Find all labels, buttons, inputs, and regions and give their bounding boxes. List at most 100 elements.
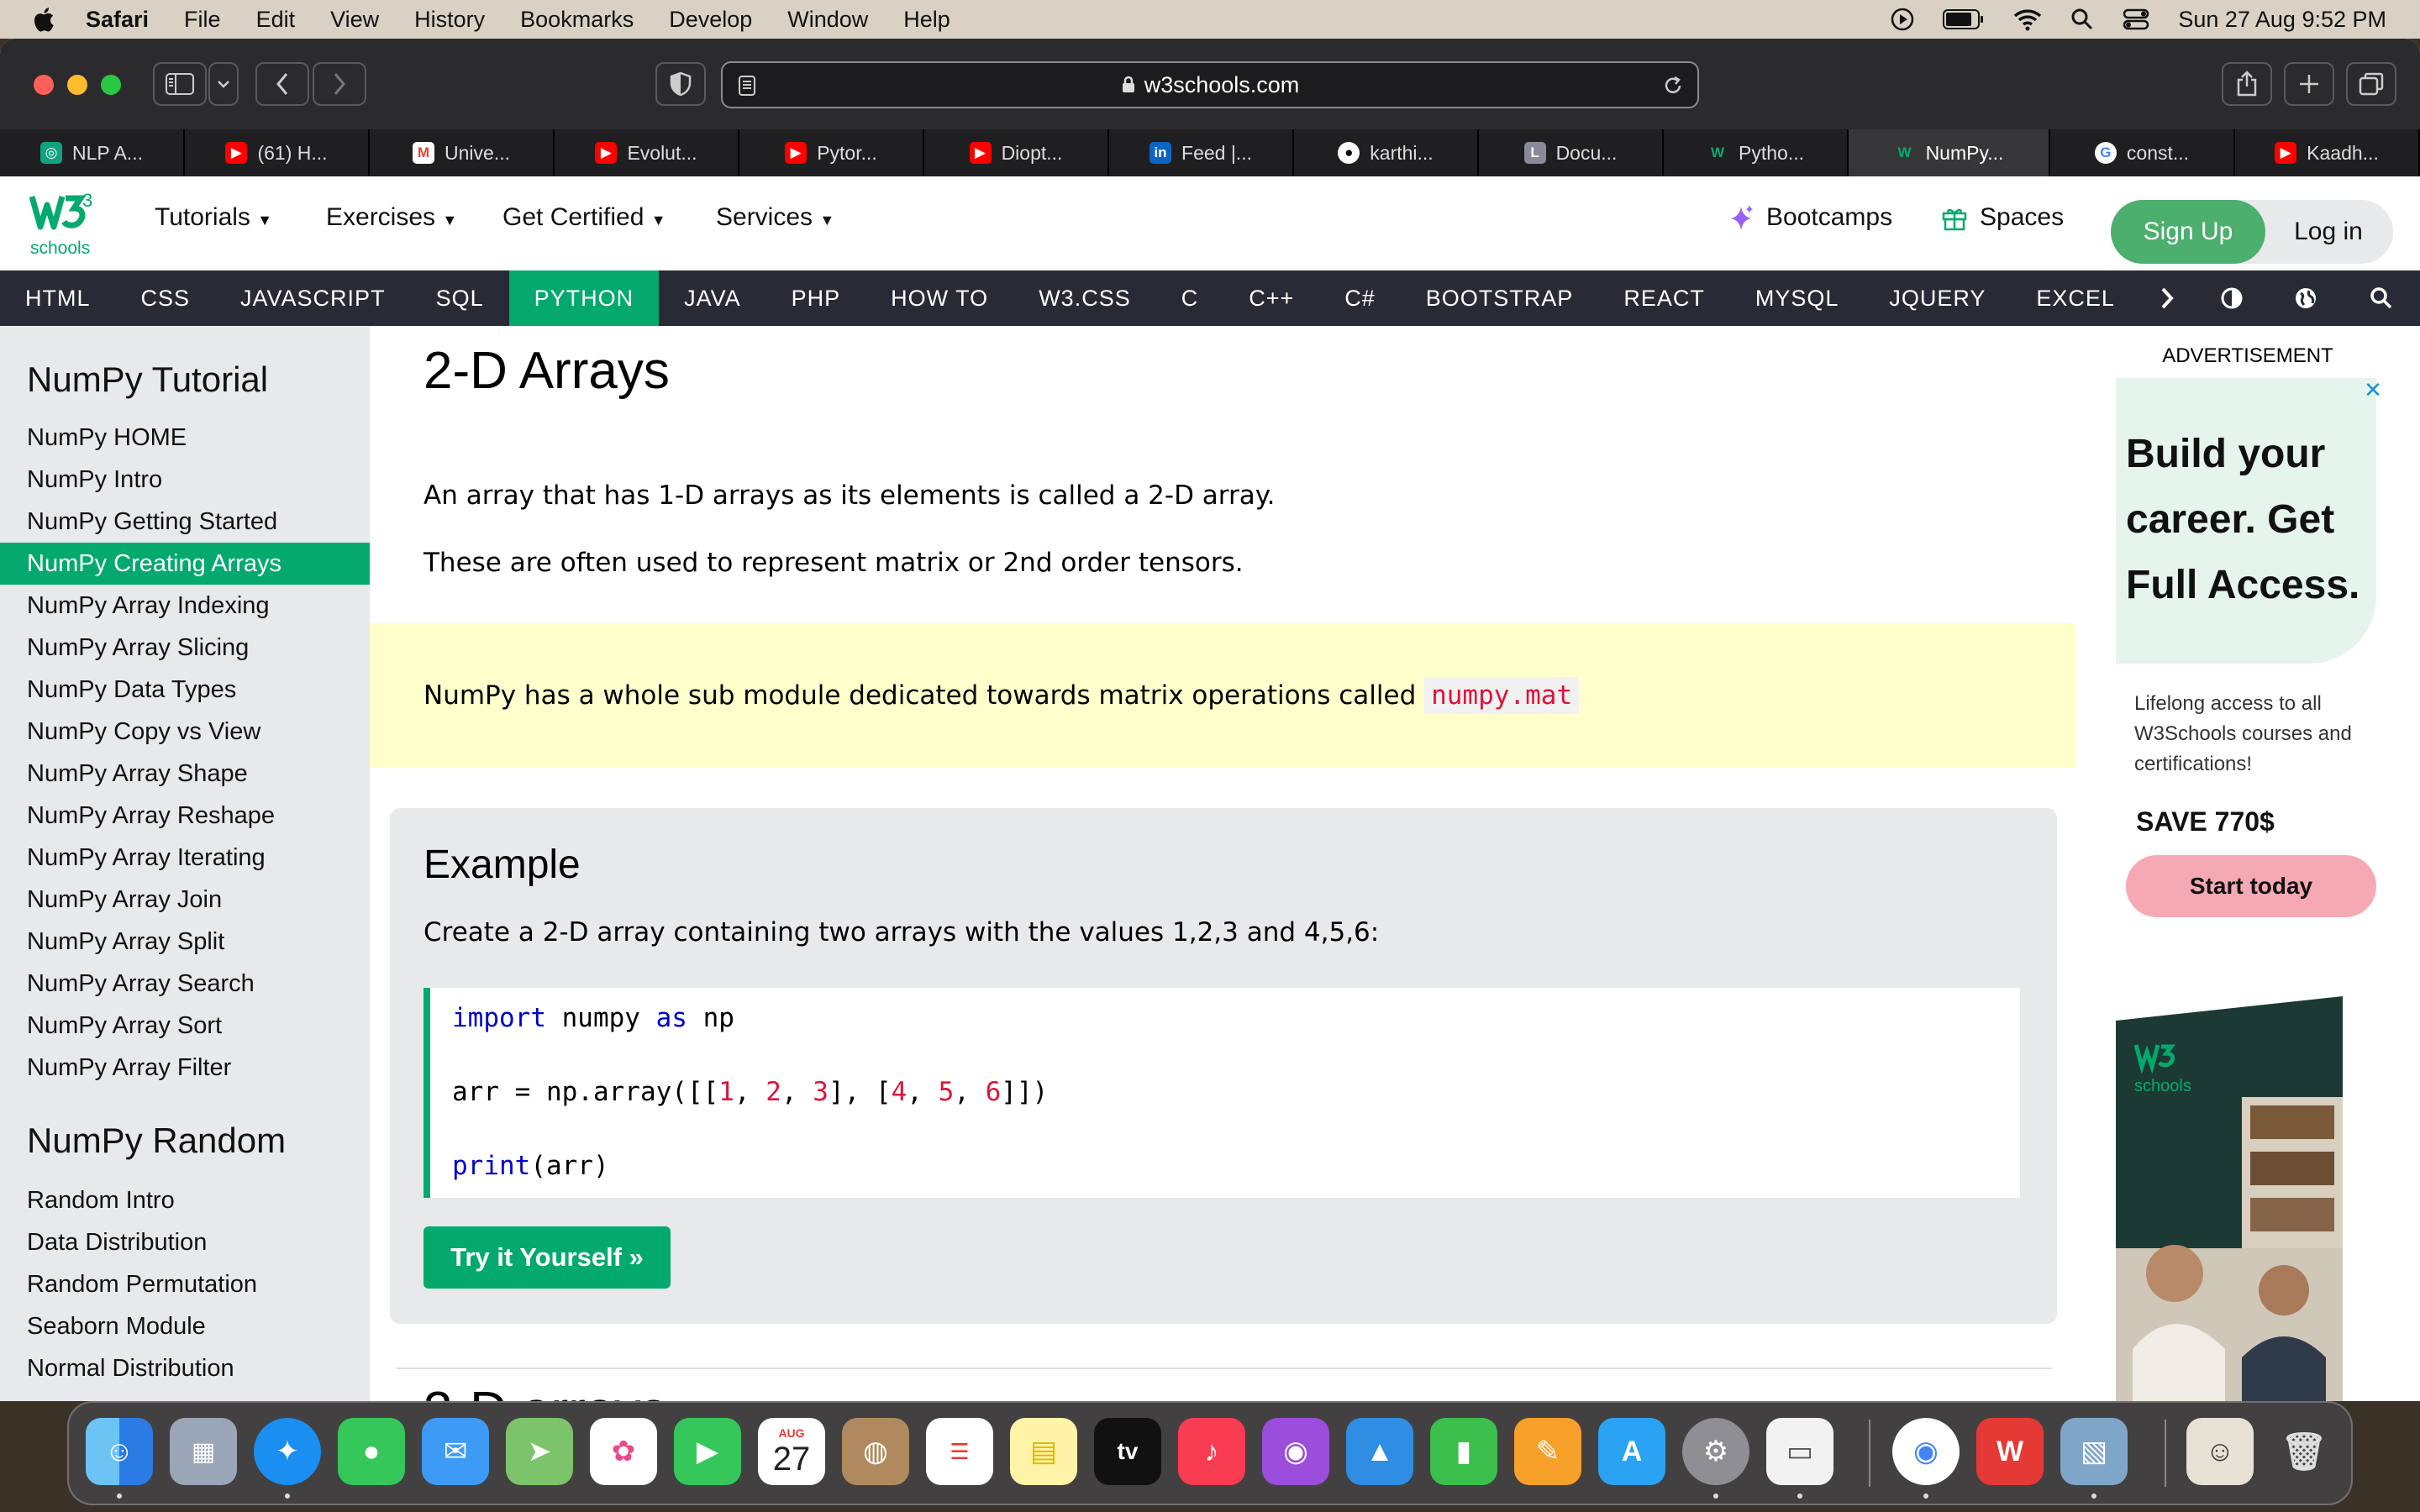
topnav-howto[interactable]: HOW TO [865, 270, 1013, 326]
pages-icon[interactable]: ✎ [1514, 1418, 1581, 1485]
bootcamps-link[interactable]: Bootcamps [1729, 203, 1892, 232]
sidebar-item-array-iterating[interactable]: NumPy Array Iterating [0, 837, 370, 879]
trash-icon[interactable]: 🗑 [2270, 1418, 2338, 1485]
topnav-php[interactable]: PHP [766, 270, 866, 326]
photos-icon[interactable]: ✿ [590, 1418, 657, 1485]
apple-tv-icon[interactable]: tv [1094, 1418, 1161, 1485]
menu-file[interactable]: File [184, 7, 221, 33]
browser-tab[interactable]: in Feed |... [1109, 129, 1294, 176]
topnav-javascript[interactable]: JAVASCRIPT [215, 270, 411, 326]
sidebar-item-array-join[interactable]: NumPy Array Join [0, 879, 370, 921]
sidebar-item-data-distribution[interactable]: Data Distribution [0, 1221, 370, 1263]
menu-window[interactable]: Window [787, 7, 868, 33]
sidebar-item-array-slicing[interactable]: NumPy Array Slicing [0, 627, 370, 669]
browser-tab[interactable]: ▶ Diopt... [924, 129, 1109, 176]
sidebar-item-numpy-home[interactable]: NumPy HOME [0, 417, 370, 459]
reload-icon[interactable] [1662, 75, 1684, 97]
browser-tab[interactable]: ▶ Evolut... [555, 129, 739, 176]
dark-mode-toggle-icon[interactable] [2220, 286, 2244, 310]
safari-icon[interactable]: ✦ [254, 1418, 321, 1485]
w3schools-logo[interactable]: 3 schools [29, 190, 104, 260]
tab-overview-button[interactable] [2346, 62, 2396, 106]
topnav-html[interactable]: HTML [0, 270, 116, 326]
nav-services[interactable]: Services ▼ [716, 203, 834, 232]
apple-menu-icon[interactable] [30, 5, 55, 34]
topnav-bootstrap[interactable]: BOOTSTRAP [1401, 270, 1599, 326]
close-window-button[interactable] [34, 75, 54, 95]
sidebar-item-random-intro[interactable]: Random Intro [0, 1179, 370, 1221]
sidebar-item-array-filter[interactable]: NumPy Array Filter [0, 1047, 370, 1089]
keynote-icon[interactable]: ▲ [1346, 1418, 1413, 1485]
globe-icon[interactable] [2294, 286, 2317, 310]
topnav-cpp[interactable]: C++ [1223, 270, 1319, 326]
downloads-stack-icon[interactable]: ☺ [2186, 1418, 2254, 1485]
tab-group-menu-button[interactable] [208, 62, 239, 106]
sidebar-item-data-types[interactable]: NumPy Data Types [0, 669, 370, 711]
chevron-right-icon[interactable] [2160, 286, 2175, 310]
numbers-icon[interactable]: ▮ [1430, 1418, 1497, 1485]
sidebar-item-array-reshape[interactable]: NumPy Array Reshape [0, 795, 370, 837]
menu-develop[interactable]: Develop [669, 7, 752, 33]
reminders-icon[interactable]: ☰ [926, 1418, 993, 1485]
mail-icon[interactable]: ✉ [422, 1418, 489, 1485]
browser-tab[interactable]: Gconst... [2050, 129, 2235, 176]
calendar-icon[interactable]: AUG 27 [758, 1418, 825, 1485]
sidebar-item-array-indexing[interactable]: NumPy Array Indexing [0, 585, 370, 627]
browser-tab[interactable]: W Pytho... [1664, 129, 1849, 176]
sidebar-toggle-button[interactable] [153, 62, 207, 106]
menu-bookmarks[interactable]: Bookmarks [520, 7, 634, 33]
topnav-mysql[interactable]: MYSQL [1730, 270, 1865, 326]
contacts-icon[interactable]: ◍ [842, 1418, 909, 1485]
page-menu-icon[interactable] [738, 75, 756, 97]
back-button[interactable] [255, 62, 309, 106]
w3-app-icon[interactable]: W [1976, 1418, 2044, 1485]
menu-view[interactable]: View [330, 7, 379, 33]
topnav-c[interactable]: C [1156, 270, 1224, 326]
sidebar-item-numpy-intro[interactable]: NumPy Intro [0, 459, 370, 501]
notes-icon[interactable]: ▤ [1010, 1418, 1077, 1485]
topnav-python[interactable]: PYTHON [508, 270, 660, 326]
log-in-button[interactable]: Log in [2265, 200, 2391, 264]
nav-get-certified[interactable]: Get Certified ▼ [502, 203, 666, 232]
app-store-icon[interactable]: A [1598, 1418, 1665, 1485]
sidebar-item-normal-distribution[interactable]: Normal Distribution [0, 1347, 370, 1389]
new-tab-button[interactable] [2284, 62, 2334, 106]
zoom-window-button[interactable] [101, 75, 121, 95]
ad-banner[interactable]: Build your career. Get Full Access. Life… [2116, 378, 2376, 949]
sidebar-item-array-split[interactable]: NumPy Array Split [0, 921, 370, 963]
ad-start-today-button[interactable]: Start today [2126, 855, 2376, 917]
sidebar-item-random-permutation[interactable]: Random Permutation [0, 1263, 370, 1305]
now-playing-icon[interactable] [1891, 8, 1914, 31]
topnav-java[interactable]: JAVA [659, 270, 766, 326]
messages-icon[interactable]: ● [338, 1418, 405, 1485]
textedit-icon[interactable]: ▭ [1766, 1418, 1833, 1485]
browser-tab[interactable]: L Docu... [1479, 129, 1664, 176]
sidebar-item-copy-vs-view[interactable]: NumPy Copy vs View [0, 711, 370, 753]
spaces-link[interactable]: Spaces [1941, 203, 2064, 232]
topnav-react[interactable]: REACT [1598, 270, 1730, 326]
menu-help[interactable]: Help [903, 7, 950, 33]
podcasts-icon[interactable]: ◉ [1262, 1418, 1329, 1485]
facetime-icon[interactable]: ▶ [674, 1418, 741, 1485]
browser-tab[interactable]: ▶ Kaadh... [2235, 129, 2420, 176]
preview-icon[interactable]: ▧ [2060, 1418, 2128, 1485]
menu-edit[interactable]: Edit [256, 7, 296, 33]
topnav-jquery[interactable]: JQUERY [1864, 270, 2011, 326]
address-bar[interactable]: w3schools.com [721, 61, 1699, 108]
chrome-icon[interactable]: ◉ [1892, 1418, 1960, 1485]
sidebar-item-seaborn-module[interactable]: Seaborn Module [0, 1305, 370, 1347]
sidebar-item-array-shape[interactable]: NumPy Array Shape [0, 753, 370, 795]
topnav-w3css[interactable]: W3.CSS [1013, 270, 1156, 326]
share-button[interactable] [2222, 62, 2272, 106]
battery-icon[interactable] [1943, 8, 1985, 30]
minimize-window-button[interactable] [67, 75, 87, 95]
search-icon[interactable] [2370, 286, 2393, 310]
nav-tutorials[interactable]: Tutorials ▼ [155, 203, 272, 232]
menu-app-name[interactable]: Safari [86, 7, 149, 33]
sign-up-button[interactable]: Sign Up [2111, 200, 2265, 264]
forward-button[interactable] [313, 62, 366, 106]
control-center-icon[interactable] [2123, 8, 2149, 31]
privacy-report-button[interactable] [655, 62, 706, 106]
browser-tab[interactable]: ◎ NLP A... [0, 129, 185, 176]
sidebar-item-creating-arrays[interactable]: NumPy Creating Arrays [0, 543, 370, 585]
